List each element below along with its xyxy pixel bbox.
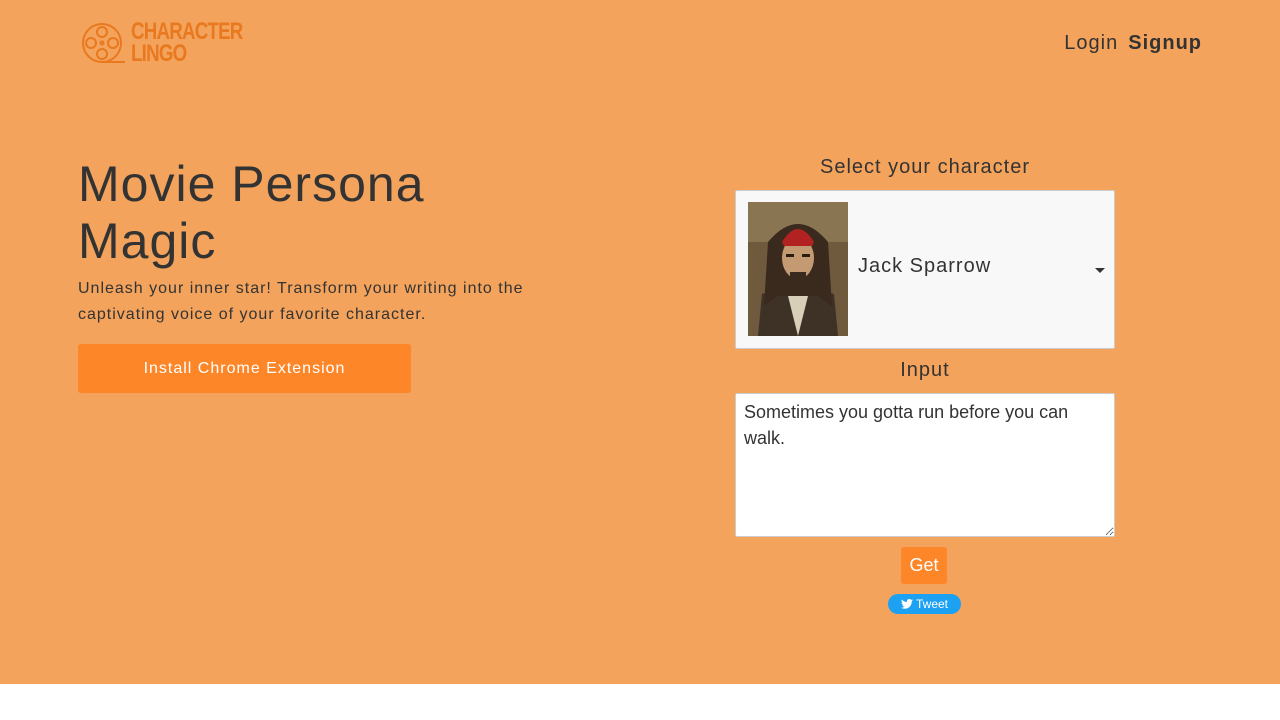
caret-down-icon (1095, 268, 1105, 273)
film-reel-icon (82, 23, 125, 63)
character-avatar (748, 202, 848, 336)
select-character-label: Select your character (820, 156, 1030, 178)
login-link[interactable]: Login (1064, 32, 1118, 55)
logo-text: CHARACTER LINGO (131, 20, 243, 67)
hero-section: CHARACTER LINGO Login Signup Movie Perso… (0, 0, 1280, 684)
install-chrome-extension-button[interactable]: Install Chrome Extension (78, 344, 411, 393)
tweet-label: Tweet (915, 597, 948, 611)
input-textarea[interactable]: Sometimes you gotta run before you can w… (735, 393, 1115, 537)
tagline: Unleash your inner star! Transform your … (78, 280, 524, 323)
top-nav: Login Signup (1064, 32, 1202, 55)
input-label: Input (900, 359, 950, 381)
page-title: Movie Persona Magic (78, 156, 425, 269)
signup-link[interactable]: Signup (1128, 32, 1202, 55)
twitter-bird-icon (900, 599, 913, 609)
tweet-button[interactable]: Tweet (888, 594, 961, 614)
logo-line-2: LINGO (131, 40, 187, 67)
character-select[interactable]: Jack Sparrow (735, 190, 1115, 349)
logo-link[interactable]: CHARACTER LINGO (81, 18, 274, 68)
get-button[interactable]: Get (901, 547, 947, 584)
selected-character-name: Jack Sparrow (858, 255, 992, 277)
